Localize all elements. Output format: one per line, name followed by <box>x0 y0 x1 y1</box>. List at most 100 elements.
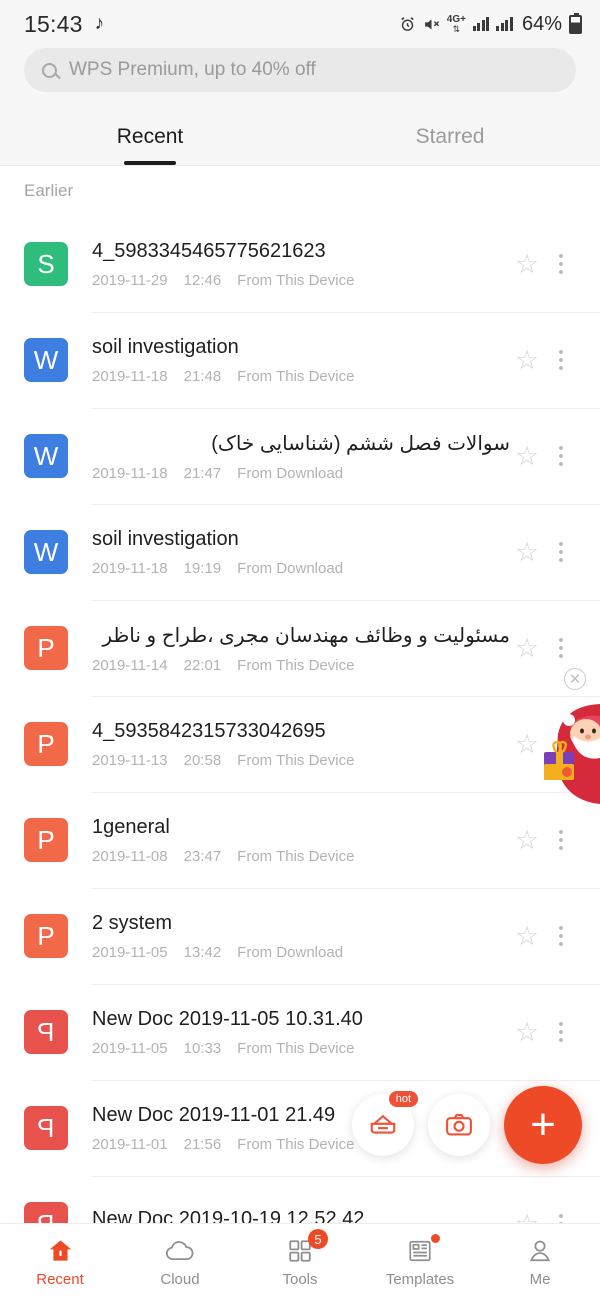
file-subtitle: 2019-11-18 21:47 From Download <box>92 465 510 482</box>
star-icon[interactable]: ☆ <box>510 345 544 376</box>
star-icon[interactable]: ☆ <box>510 249 544 280</box>
file-meta: soil investigation 2019-11-18 19:19 From… <box>92 528 510 577</box>
tab-bar: Recent Starred <box>0 108 600 166</box>
add-button[interactable]: + <box>504 1086 582 1164</box>
table-row[interactable]: W سوالات فصل ششم (شناسایی خاک) 2019-11-1… <box>0 408 600 504</box>
star-icon[interactable]: ☆ <box>510 921 544 952</box>
file-time: 19:19 <box>183 559 222 577</box>
home-icon <box>47 1236 74 1264</box>
file-type-icon-presentation: P <box>24 626 68 670</box>
file-time: 13:42 <box>183 943 222 961</box>
section-header-earlier: Earlier <box>0 166 600 216</box>
file-subtitle: 2019-11-13 20:58 From This Device <box>92 752 510 769</box>
file-time: 20:58 <box>183 751 222 769</box>
file-subtitle: 2019-11-08 23:47 From This Device <box>92 848 510 865</box>
close-icon[interactable]: ✕ <box>564 668 586 690</box>
file-type-icon-pdf: P <box>24 1010 68 1054</box>
file-time: 10:33 <box>183 1039 222 1057</box>
cloud-icon <box>165 1236 195 1264</box>
more-options-icon[interactable] <box>544 926 578 946</box>
file-source: From This Device <box>237 847 355 865</box>
file-source: From This Device <box>237 1039 355 1057</box>
coupon-button[interactable]: hot <box>352 1091 418 1156</box>
battery-icon <box>569 12 582 34</box>
nav-item-recent[interactable]: Recent <box>0 1236 120 1288</box>
status-time: 15:43 <box>24 10 83 37</box>
nav-item-cloud[interactable]: Cloud <box>120 1236 240 1288</box>
camera-icon <box>446 1113 472 1136</box>
file-icon-glyph: S <box>37 249 55 279</box>
star-icon[interactable]: ☆ <box>510 825 544 856</box>
file-icon-glyph: P <box>37 729 55 759</box>
table-row[interactable]: S 4_5983345465775621623 2019-11-29 12:46… <box>0 216 600 312</box>
more-options-icon[interactable] <box>544 638 578 658</box>
nav-item-me[interactable]: Me <box>480 1236 600 1288</box>
alarm-icon <box>399 16 416 33</box>
file-meta: 4_5935842315733042695 2019-11-13 20:58 F… <box>92 720 510 769</box>
file-meta: مسئولیت و وظائف مهندسان مجری ،طراح و ناظ… <box>92 623 510 674</box>
file-source: From This Device <box>237 1135 355 1153</box>
file-meta: 2 system 2019-11-05 13:42 From Download <box>92 912 510 961</box>
file-type-icon-spreadsheet: S <box>24 242 68 286</box>
file-date: 2019-11-08 <box>92 847 168 865</box>
promo-ad[interactable]: ✕ <box>538 668 600 808</box>
search-icon <box>42 62 57 78</box>
nav-label-me: Me <box>529 1271 551 1288</box>
signal-bars-sim2-icon <box>496 17 513 31</box>
nav-label-cloud: Cloud <box>160 1271 200 1288</box>
file-source: From This Device <box>237 271 355 289</box>
file-time: 21:56 <box>183 1135 222 1153</box>
table-row[interactable]: P مسئولیت و وظائف مهندسان مجری ،طراح و ن… <box>0 600 600 696</box>
file-type-icon-writer: W <box>24 434 68 478</box>
star-icon[interactable]: ☆ <box>510 1017 544 1048</box>
more-options-icon[interactable] <box>544 542 578 562</box>
file-subtitle: 2019-11-05 10:33 From This Device <box>92 1040 510 1057</box>
file-date: 2019-11-01 <box>92 1135 168 1153</box>
file-icon-glyph: P <box>37 633 55 663</box>
data-arrows-icon: ⇅ <box>452 23 461 34</box>
file-source: From This Device <box>237 367 355 385</box>
music-note-icon: ♪ <box>94 13 105 34</box>
file-date: 2019-11-18 <box>92 559 168 577</box>
more-options-icon[interactable] <box>544 1022 578 1042</box>
more-options-icon[interactable] <box>544 350 578 370</box>
file-name: 1general <box>92 815 170 838</box>
person-icon <box>527 1236 553 1264</box>
file-meta: 1general 2019-11-08 23:47 From This Devi… <box>92 816 510 865</box>
tab-recent[interactable]: Recent <box>0 108 300 165</box>
camera-button[interactable] <box>428 1094 490 1156</box>
table-row[interactable]: P 1general 2019-11-08 23:47 From This De… <box>0 792 600 888</box>
file-icon-glyph: P <box>37 1017 55 1047</box>
status-bar: 15:43 ♪ 4G+ ⇅ 64% <box>0 0 600 48</box>
file-name: soil investigation <box>92 335 239 358</box>
table-row[interactable]: W soil investigation 2019-11-18 19:19 Fr… <box>0 504 600 600</box>
table-row[interactable]: W soil investigation 2019-11-18 21:48 Fr… <box>0 312 600 408</box>
file-time: 23:47 <box>183 847 222 865</box>
nav-item-tools[interactable]: 5 Tools <box>240 1229 360 1288</box>
star-icon[interactable]: ☆ <box>510 537 544 568</box>
star-icon[interactable]: ☆ <box>510 633 544 664</box>
file-meta: 4_5983345465775621623 2019-11-29 12:46 F… <box>92 240 510 289</box>
star-icon[interactable]: ☆ <box>510 441 544 472</box>
nav-item-templates[interactable]: Templates <box>360 1234 480 1288</box>
file-time: 22:01 <box>183 656 222 674</box>
status-bar-left: 15:43 ♪ <box>24 11 104 38</box>
file-date: 2019-11-18 <box>92 464 168 482</box>
tab-starred[interactable]: Starred <box>300 108 600 165</box>
more-options-icon[interactable] <box>544 446 578 466</box>
file-name: 4_5935842315733042695 <box>92 719 326 742</box>
file-icon-glyph: P <box>37 1113 55 1143</box>
more-options-icon[interactable] <box>544 830 578 850</box>
file-source: From Download <box>237 943 344 961</box>
more-options-icon[interactable] <box>544 254 578 274</box>
table-row[interactable]: P New Doc 2019-11-05 10.31.40 2019-11-05… <box>0 984 600 1080</box>
table-row[interactable]: P 2 system 2019-11-05 13:42 From Downloa… <box>0 888 600 984</box>
table-row[interactable]: P 4_5935842315733042695 2019-11-13 20:58… <box>0 696 600 792</box>
file-source: From Download <box>237 464 344 482</box>
file-icon-glyph: W <box>33 441 59 471</box>
file-subtitle: 2019-11-18 19:19 From Download <box>92 560 510 577</box>
file-type-icon-presentation: P <box>24 818 68 862</box>
search-input[interactable]: WPS Premium, up to 40% off <box>24 48 576 92</box>
file-date: 2019-11-13 <box>92 751 168 769</box>
file-meta: New Doc 2019-11-05 10.31.40 2019-11-05 1… <box>92 1008 510 1057</box>
